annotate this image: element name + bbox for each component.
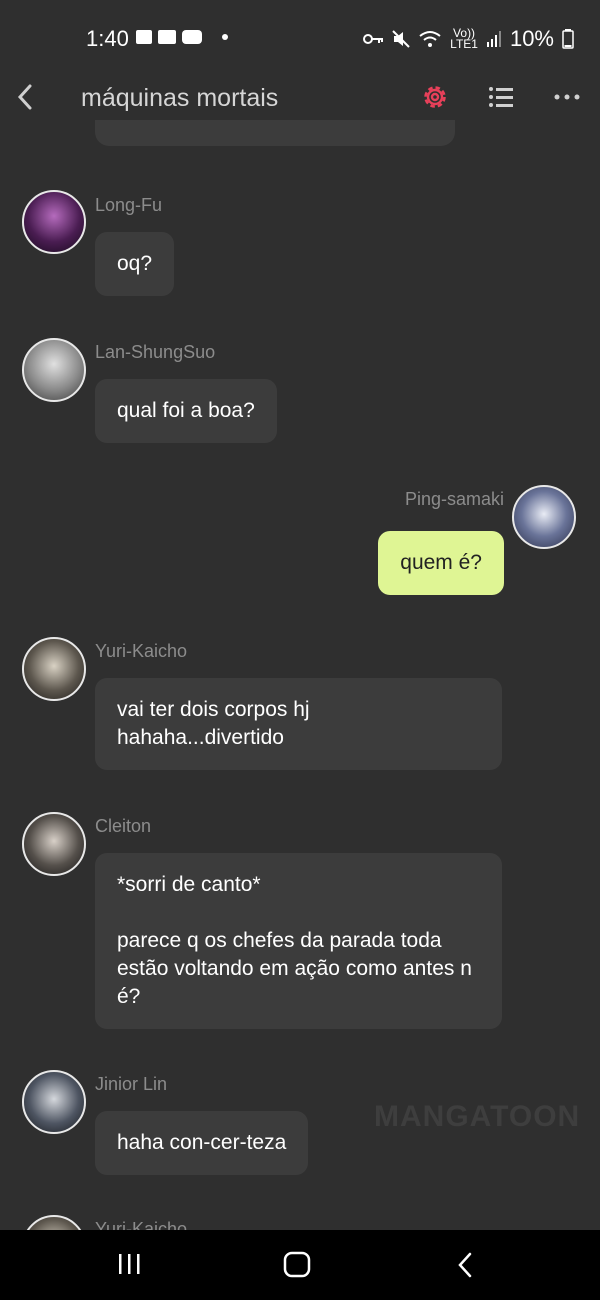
settings-button[interactable] bbox=[420, 82, 450, 112]
recent-apps-button[interactable] bbox=[110, 1250, 150, 1280]
battery-percent: 10% bbox=[509, 26, 554, 51]
avatar[interactable] bbox=[22, 1070, 86, 1134]
avatar[interactable] bbox=[512, 485, 576, 549]
vpn-key-icon bbox=[363, 34, 384, 44]
mute-icon bbox=[392, 30, 410, 48]
chat-title: máquinas mortais bbox=[81, 84, 279, 112]
message-bubble[interactable]: haha con-cer-teza bbox=[95, 1111, 309, 1175]
author-name: Cleiton bbox=[95, 816, 152, 836]
home-button[interactable] bbox=[277, 1250, 317, 1280]
system-nav-bar bbox=[0, 1230, 600, 1300]
key-notification-icon bbox=[158, 30, 176, 44]
author-name: Ping-samaki bbox=[404, 489, 504, 509]
back-button[interactable] bbox=[10, 80, 40, 114]
home-icon bbox=[283, 1251, 311, 1278]
message-bubble[interactable]: vai ter dois corpos hj hahaha...divertid… bbox=[95, 678, 502, 770]
avatar[interactable] bbox=[22, 338, 86, 402]
list-icon bbox=[489, 87, 513, 107]
wifi-icon bbox=[419, 31, 441, 47]
back-icon bbox=[458, 1252, 472, 1278]
previous-message-bubble bbox=[95, 120, 455, 146]
message-bubble[interactable]: qual foi a boa? bbox=[95, 379, 277, 443]
battery-icon bbox=[562, 29, 574, 49]
recent-apps-icon bbox=[119, 1254, 140, 1274]
author-name: Yuri-Kaicho bbox=[95, 641, 188, 661]
back-nav-button[interactable] bbox=[445, 1250, 485, 1280]
avatar[interactable] bbox=[22, 190, 86, 254]
message-bubble[interactable]: oq? bbox=[95, 232, 175, 296]
youtube-icon bbox=[182, 30, 202, 44]
members-list-button[interactable] bbox=[486, 82, 516, 112]
avatar[interactable] bbox=[22, 812, 86, 876]
signal-icon bbox=[486, 31, 501, 47]
gear-icon bbox=[424, 86, 446, 108]
chevron-left-icon bbox=[17, 84, 32, 110]
more-options-button[interactable] bbox=[550, 82, 584, 112]
watermark: MANGATOON bbox=[374, 1100, 581, 1133]
system-icons: Vo)) LTE1 10% bbox=[362, 26, 574, 52]
more-notifications-dot-icon bbox=[222, 34, 228, 40]
status-bar: 1:40 Vo)) LTE1 10% bbox=[0, 0, 600, 78]
message-bubble-mine[interactable]: quem é? bbox=[378, 531, 504, 595]
gallery-icon bbox=[136, 30, 152, 44]
chat-header: máquinas mortais bbox=[0, 70, 600, 126]
network-type: Vo)) LTE1 bbox=[450, 26, 478, 51]
status-time: 1:40 bbox=[86, 26, 129, 51]
message-bubble[interactable]: *sorri de canto* parece q os chefes da p… bbox=[95, 853, 502, 1029]
more-horizontal-icon bbox=[554, 94, 580, 100]
author-name: Jinior Lin bbox=[95, 1074, 168, 1094]
notification-icons bbox=[136, 30, 228, 44]
avatar[interactable] bbox=[22, 637, 86, 701]
author-name: Long-Fu bbox=[95, 195, 163, 215]
author-name: Lan-ShungSuo bbox=[95, 342, 216, 362]
